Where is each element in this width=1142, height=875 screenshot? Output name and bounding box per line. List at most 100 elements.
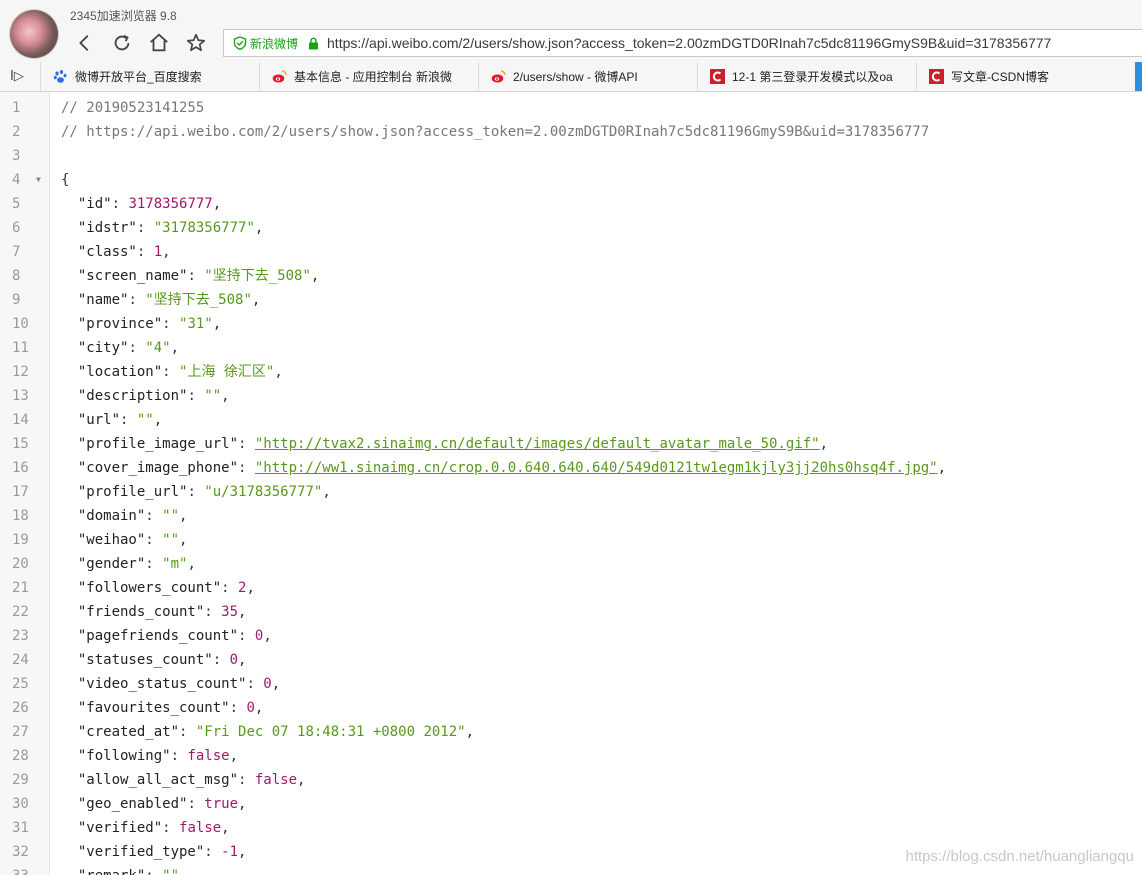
json-key: "id" xyxy=(77,196,112,212)
json-field-line: "verified": false, xyxy=(77,820,230,836)
bookmark-item[interactable]: 基本信息 - 应用控制台 新浪微 xyxy=(259,62,478,91)
line-number: 17 xyxy=(12,484,29,500)
line-number: 6 xyxy=(12,220,21,236)
lock-icon xyxy=(309,37,319,49)
line-number: 16 xyxy=(12,460,29,476)
bookmark-item[interactable]: 写文章-CSDN博客 xyxy=(916,62,1135,91)
line-number: 25 xyxy=(12,676,29,692)
back-button[interactable] xyxy=(72,30,98,56)
bookmark-item[interactable]: 微博开放平台_百度搜索 xyxy=(40,62,259,91)
url-comment: // https://api.weibo.com/2/users/show.js… xyxy=(61,124,930,140)
home-icon xyxy=(150,33,168,52)
json-value: "坚持下去_508" xyxy=(204,268,311,284)
json-field-line: "statuses_count": 0, xyxy=(77,652,247,668)
bookmarks-overflow-indicator[interactable] xyxy=(1135,62,1142,91)
weibo-icon xyxy=(491,70,506,83)
line-number: 4 ▼ xyxy=(0,168,50,192)
json-field-line: "idstr": "3178356777", xyxy=(77,220,264,236)
json-viewer: 1 2 3 4 ▼ 5 6 7 8 9 10 11 12 13 14 15 16 17 18 19 20 21 22 23 24… xyxy=(0,92,1142,875)
bookmark-label: 微博开放平台_百度搜索 xyxy=(75,70,202,84)
json-value: 0 xyxy=(263,676,272,692)
json-key: "url" xyxy=(77,412,121,428)
line-number: 18 xyxy=(12,508,29,524)
line-number: 10 xyxy=(12,316,29,332)
line-number: 7 xyxy=(12,244,21,260)
line-number: 24 xyxy=(12,652,29,668)
line-number: 29 xyxy=(12,772,29,788)
json-value-link[interactable]: "http://tvax2.sinaimg.cn/default/images/… xyxy=(255,436,820,452)
json-key: "allow_all_act_msg" xyxy=(77,772,239,788)
user-avatar[interactable] xyxy=(10,10,58,58)
json-field-line: "province": "31", xyxy=(77,316,222,332)
code-line: { xyxy=(61,168,1142,192)
bookmark-item[interactable]: 12-1 第三登录开发模式以及oa xyxy=(697,62,916,91)
json-value: 0 xyxy=(246,700,255,716)
line-number-gutter: 1 2 3 4 ▼ 5 6 7 8 9 10 11 12 13 14 15 16 17 18 19 20 21 22 23 24… xyxy=(0,92,50,875)
json-value: "上海 徐汇区" xyxy=(179,364,275,380)
json-key: "video_status_count" xyxy=(77,676,247,692)
sidebar-toggle-button[interactable]: I▷ xyxy=(10,69,30,85)
address-bar[interactable]: 新浪微博 https://api.weibo.com/2/users/show.… xyxy=(223,29,1142,57)
json-field-line: "class": 1, xyxy=(77,244,171,260)
json-value: "31" xyxy=(179,316,213,332)
line-number: 3 xyxy=(12,148,21,164)
json-key: "city" xyxy=(77,340,129,356)
json-value: true xyxy=(204,796,239,812)
json-value: 0 xyxy=(229,652,239,668)
bookmark-label: 2/users/show - 微博API xyxy=(513,70,638,84)
json-field-line: "following": false, xyxy=(77,748,239,764)
json-key: "verified_type" xyxy=(77,844,205,860)
json-field-line: "created_at": "Fri Dec 07 18:48:31 +0800… xyxy=(77,724,475,740)
timestamp-comment: // 20190523141255 xyxy=(61,100,205,116)
json-value: "4" xyxy=(145,340,171,356)
json-field-line: "friends_count": 35, xyxy=(77,604,247,620)
json-key: "screen_name" xyxy=(77,268,188,284)
browser-titlebar: 2345加速浏览器 9.8 新浪微博 https://api.weibo.com… xyxy=(0,0,1142,62)
json-key: "favourites_count" xyxy=(77,700,230,716)
url-text[interactable]: https://api.weibo.com/2/users/show.json?… xyxy=(327,35,1051,51)
json-value: 3178356777 xyxy=(128,196,213,212)
line-number: 23 xyxy=(12,628,29,644)
weibo-icon xyxy=(272,70,287,83)
json-field-line: "description": "", xyxy=(77,388,230,404)
json-key: "created_at" xyxy=(77,724,180,740)
json-key: "profile_url" xyxy=(77,484,188,500)
json-field-line: "geo_enabled": true, xyxy=(77,796,247,812)
json-field-line: "city": "4", xyxy=(77,340,180,356)
line-number: 8 xyxy=(12,268,21,284)
json-field-line: "gender": "m", xyxy=(77,556,196,572)
shield-check-icon xyxy=(233,36,247,50)
json-value: "m" xyxy=(162,556,188,572)
line-number: 13 xyxy=(12,388,29,404)
line-numbers: 1 2 3 4 ▼ 5 6 7 8 9 10 11 12 13 14 15 16 17 18 19 20 21 22 23 24… xyxy=(0,96,50,875)
json-field-line: "url": "", xyxy=(77,412,163,428)
json-key: "province" xyxy=(77,316,163,332)
json-value: "" xyxy=(162,532,180,548)
json-value: 1 xyxy=(153,244,163,260)
json-value: false xyxy=(187,748,230,764)
json-field-line: "cover_image_phone": "http://ww1.sinaimg… xyxy=(77,460,947,476)
home-button[interactable] xyxy=(146,30,172,56)
json-field-line: "profile_image_url": "http://tvax2.sinai… xyxy=(77,436,829,452)
json-field-line: "followers_count": 2, xyxy=(77,580,255,596)
line-number: 11 xyxy=(12,340,29,356)
json-key: "pagefriends_count" xyxy=(77,628,239,644)
json-field-line: "name": "坚持下去_508", xyxy=(77,292,261,308)
json-field-line: "domain": "", xyxy=(77,508,188,524)
line-number: 26 xyxy=(12,700,29,716)
bookmark-item[interactable]: 2/users/show - 微博API xyxy=(478,62,697,91)
json-key: "statuses_count" xyxy=(77,652,213,668)
favorite-button[interactable] xyxy=(183,30,209,56)
code-line: // https://api.weibo.com/2/users/show.js… xyxy=(61,120,1142,144)
json-key: "friends_count" xyxy=(77,604,205,620)
fold-toggle-icon[interactable]: ▼ xyxy=(36,168,41,192)
json-value-link[interactable]: "http://ww1.sinaimg.cn/crop.0.0.640.640.… xyxy=(255,460,938,476)
bookmark-label: 基本信息 - 应用控制台 新浪微 xyxy=(294,70,452,84)
json-value: "" xyxy=(162,508,180,524)
json-key: "following" xyxy=(77,748,171,764)
baidu-paw-icon xyxy=(53,70,67,83)
json-field-line: "location": "上海 徐汇区", xyxy=(77,364,283,380)
json-field-line: "pagefriends_count": 0, xyxy=(77,628,272,644)
refresh-button[interactable] xyxy=(109,30,135,56)
json-key: "profile_image_url" xyxy=(77,436,239,452)
